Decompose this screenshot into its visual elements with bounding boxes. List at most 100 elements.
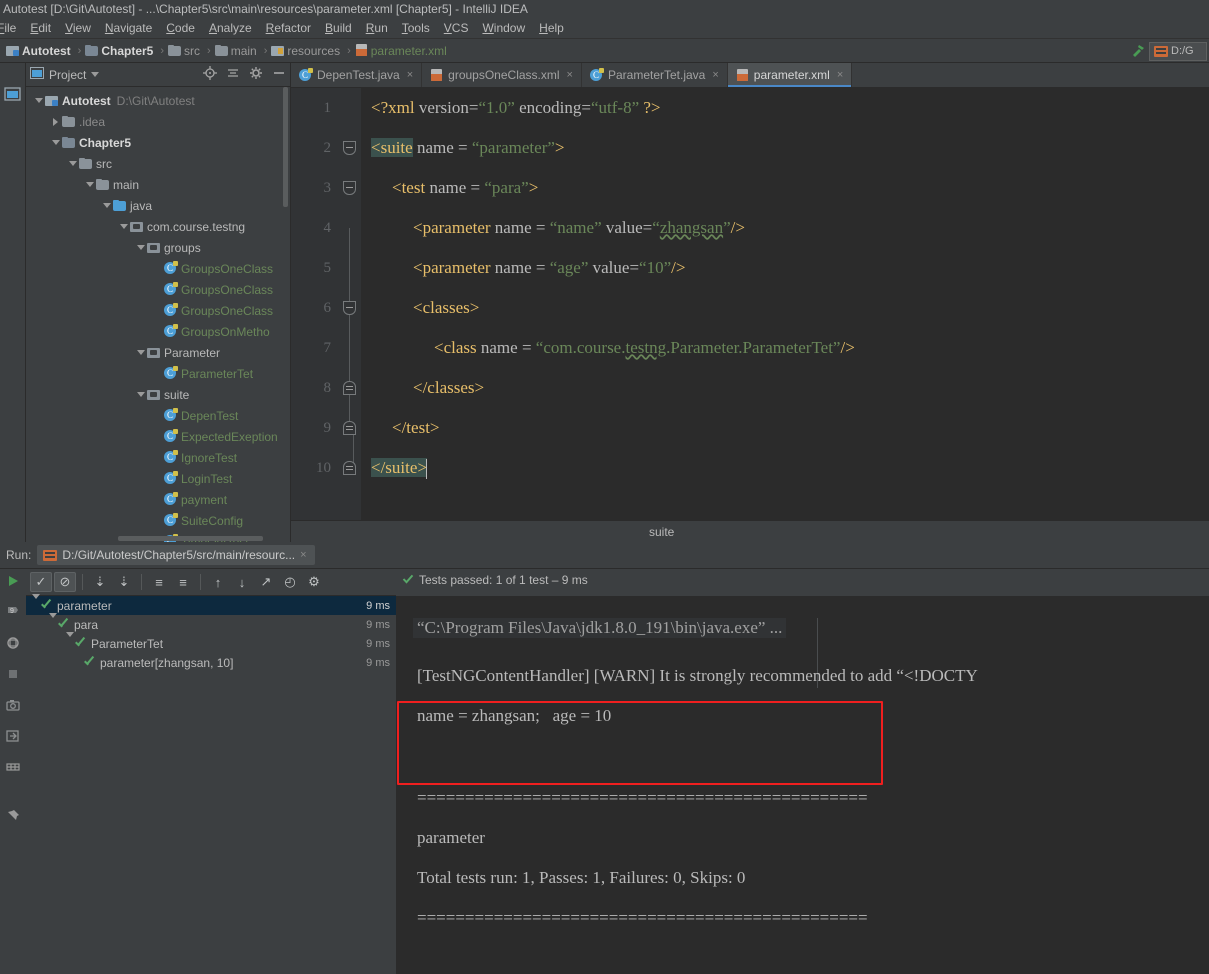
code-line-1[interactable]: <?xml version=“1.0” encoding=“utf-8” ?> bbox=[371, 88, 661, 128]
menu-item-refactor[interactable]: Refactor bbox=[259, 19, 318, 37]
editor-tab-parametertet-java[interactable]: ParameterTet.java × bbox=[582, 63, 728, 87]
node-arrow[interactable] bbox=[49, 117, 62, 126]
code-line-10[interactable]: </suite> bbox=[371, 448, 428, 488]
code-line-8[interactable]: </classes> bbox=[413, 368, 484, 408]
close-icon[interactable]: × bbox=[300, 549, 306, 561]
close-icon[interactable]: × bbox=[712, 69, 718, 81]
menu-item-tools[interactable]: Tools bbox=[395, 19, 437, 37]
project-tree-node-suiteconfig[interactable]: SuiteConfig bbox=[26, 510, 290, 531]
node-arrow[interactable] bbox=[117, 224, 130, 229]
hammer-icon[interactable] bbox=[1127, 41, 1149, 61]
menu-item-edit[interactable]: Edit bbox=[23, 19, 58, 37]
sort-by-duration-icon[interactable]: ⇣ bbox=[113, 572, 135, 592]
code-fold-marker[interactable] bbox=[343, 381, 356, 395]
project-tree-horizontal-scrollbar[interactable] bbox=[118, 536, 263, 541]
export-test-results-icon[interactable]: ↗ bbox=[255, 572, 277, 592]
menu-item-code[interactable]: Code bbox=[159, 19, 202, 37]
project-tree-node-depentest[interactable]: DepenTest bbox=[26, 405, 290, 426]
project-tree[interactable]: Autotest D:\Git\Autotest .idea Chapter5 src m… bbox=[26, 87, 290, 542]
breadcrumb-suite[interactable]: suite bbox=[649, 525, 674, 539]
menu-item-help[interactable]: Help bbox=[532, 19, 571, 37]
code-line-9[interactable]: </test> bbox=[392, 408, 440, 448]
menu-item-build[interactable]: Build bbox=[318, 19, 359, 37]
node-arrow[interactable] bbox=[134, 245, 147, 250]
code-line-7[interactable]: <class name = “com.course.testng.Paramet… bbox=[434, 328, 855, 368]
project-tree-vertical-scrollbar[interactable] bbox=[283, 87, 288, 207]
test-results-tree[interactable]: parameter 9 ms para 9 ms ParameterTet 9 ms par… bbox=[26, 593, 396, 974]
code-fold-marker[interactable] bbox=[343, 461, 356, 475]
show-passed-toggle[interactable]: ✓ bbox=[30, 572, 52, 592]
breadcrumb-item-autotest[interactable]: Autotest bbox=[4, 44, 76, 58]
breadcrumb-item-resources[interactable]: resources bbox=[269, 44, 345, 58]
locate-icon[interactable] bbox=[203, 65, 217, 85]
project-toolwindow-icon[interactable] bbox=[3, 87, 22, 101]
project-tree-node-com-course-testng[interactable]: com.course.testng bbox=[26, 216, 290, 237]
menu-item-navigate[interactable]: Navigate bbox=[98, 19, 159, 37]
show-ignored-toggle[interactable]: ⊘ bbox=[54, 572, 76, 592]
breadcrumb-item-chapter5[interactable]: Chapter5 bbox=[83, 44, 158, 58]
close-icon[interactable]: × bbox=[407, 69, 413, 81]
node-arrow[interactable] bbox=[66, 631, 74, 651]
editor-fold-column[interactable] bbox=[339, 88, 361, 520]
code-fold-marker[interactable] bbox=[343, 181, 356, 195]
editor-tab-groupsoneclass-xml[interactable]: groupsOneClass.xml × bbox=[422, 63, 582, 87]
node-arrow[interactable] bbox=[32, 593, 40, 613]
hide-panel-icon[interactable] bbox=[272, 66, 286, 85]
code-editor[interactable]: 1 2 3 4 5 6 7 8 9 10 <?xml version=“1.0” encoding… bbox=[291, 88, 1209, 520]
test-tree-row-para[interactable]: para 9 ms bbox=[26, 612, 396, 634]
toggle-auto-test-icon[interactable] bbox=[5, 635, 21, 656]
menu-item-vcs[interactable]: VCS bbox=[437, 19, 476, 37]
project-tree-node-autotest[interactable]: Autotest D:\Git\Autotest bbox=[26, 90, 290, 111]
project-tree-node-groupsoneclass[interactable]: GroupsOneClass bbox=[26, 300, 290, 321]
run-config-tab[interactable]: D:/Git/Autotest/Chapter5/src/main/resour… bbox=[37, 545, 315, 565]
code-text-area[interactable]: <?xml version=“1.0” encoding=“utf-8” ?> <… bbox=[361, 88, 1209, 520]
node-arrow[interactable] bbox=[49, 612, 57, 632]
menu-item-view[interactable]: View bbox=[58, 19, 98, 37]
editor-tab-depentest-java[interactable]: DepenTest.java × bbox=[291, 63, 423, 87]
node-arrow[interactable] bbox=[134, 350, 147, 355]
menu-item-file[interactable]: File bbox=[0, 19, 23, 37]
project-tree-node-parametertet[interactable]: ParameterTet bbox=[26, 363, 290, 384]
menu-item-analyze[interactable]: Analyze bbox=[202, 19, 259, 37]
layout-icon[interactable] bbox=[5, 759, 21, 780]
export-icon[interactable] bbox=[5, 728, 21, 749]
node-arrow[interactable] bbox=[32, 98, 45, 103]
project-tree-node-java[interactable]: java bbox=[26, 195, 290, 216]
collapse-all-icon[interactable]: ≡ bbox=[172, 572, 194, 592]
sort-alphabetically-icon[interactable]: ⇣ bbox=[89, 572, 111, 592]
close-icon[interactable]: × bbox=[567, 69, 573, 81]
next-failed-icon[interactable]: ↓ bbox=[231, 572, 253, 592]
close-icon[interactable]: × bbox=[837, 69, 843, 81]
menu-item-run[interactable]: Run bbox=[359, 19, 395, 37]
prev-failed-icon[interactable]: ↑ bbox=[207, 572, 229, 592]
code-line-5[interactable]: <parameter name = “age” value=“10”/> bbox=[413, 248, 685, 288]
project-tree-node-groupsoneclass[interactable]: GroupsOneClass bbox=[26, 258, 290, 279]
breadcrumb-item-parameter-xml[interactable]: parameter.xml bbox=[353, 44, 452, 58]
project-tree-node-groupsoneclass[interactable]: GroupsOneClass bbox=[26, 279, 290, 300]
project-tree-node-expectedexeption[interactable]: ExpectedExeption bbox=[26, 426, 290, 447]
node-arrow[interactable] bbox=[134, 392, 147, 397]
code-fold-marker[interactable] bbox=[343, 421, 356, 435]
test-history-icon[interactable]: ◴ bbox=[279, 572, 301, 592]
node-arrow[interactable] bbox=[100, 203, 113, 208]
breadcrumb-item-src[interactable]: src bbox=[166, 44, 205, 58]
test-tree-row-parameter-zhangsan--10-[interactable]: parameter[zhangsan, 10] 9 ms bbox=[26, 653, 396, 672]
node-arrow[interactable] bbox=[83, 182, 96, 187]
project-tree-node--idea[interactable]: .idea bbox=[26, 111, 290, 132]
gear-icon[interactable] bbox=[249, 66, 263, 85]
code-line-4[interactable]: <parameter name = “name” value=“zhangsan… bbox=[413, 208, 745, 248]
node-arrow[interactable] bbox=[49, 140, 62, 145]
code-line-2[interactable]: <suite name = “parameter”> bbox=[371, 128, 565, 168]
run-configuration-selector[interactable]: D:/G bbox=[1149, 41, 1207, 61]
editor-gutter[interactable]: 1 2 3 4 5 6 7 8 9 10 bbox=[291, 88, 339, 520]
expand-all-icon[interactable]: ≡ bbox=[148, 572, 170, 592]
project-tree-node-payment[interactable]: payment bbox=[26, 489, 290, 510]
project-tree-node-chapter5[interactable]: Chapter5 bbox=[26, 132, 290, 153]
project-tree-node-groupsonmetho[interactable]: GroupsOnMetho bbox=[26, 321, 290, 342]
code-fold-marker[interactable] bbox=[343, 141, 356, 155]
pin-icon[interactable] bbox=[5, 808, 21, 829]
node-arrow[interactable] bbox=[66, 161, 79, 166]
test-tree-row-parametertet[interactable]: ParameterTet 9 ms bbox=[26, 631, 396, 653]
menu-item-window[interactable]: Window bbox=[475, 19, 532, 37]
breadcrumb-item-main[interactable]: main bbox=[213, 44, 262, 58]
